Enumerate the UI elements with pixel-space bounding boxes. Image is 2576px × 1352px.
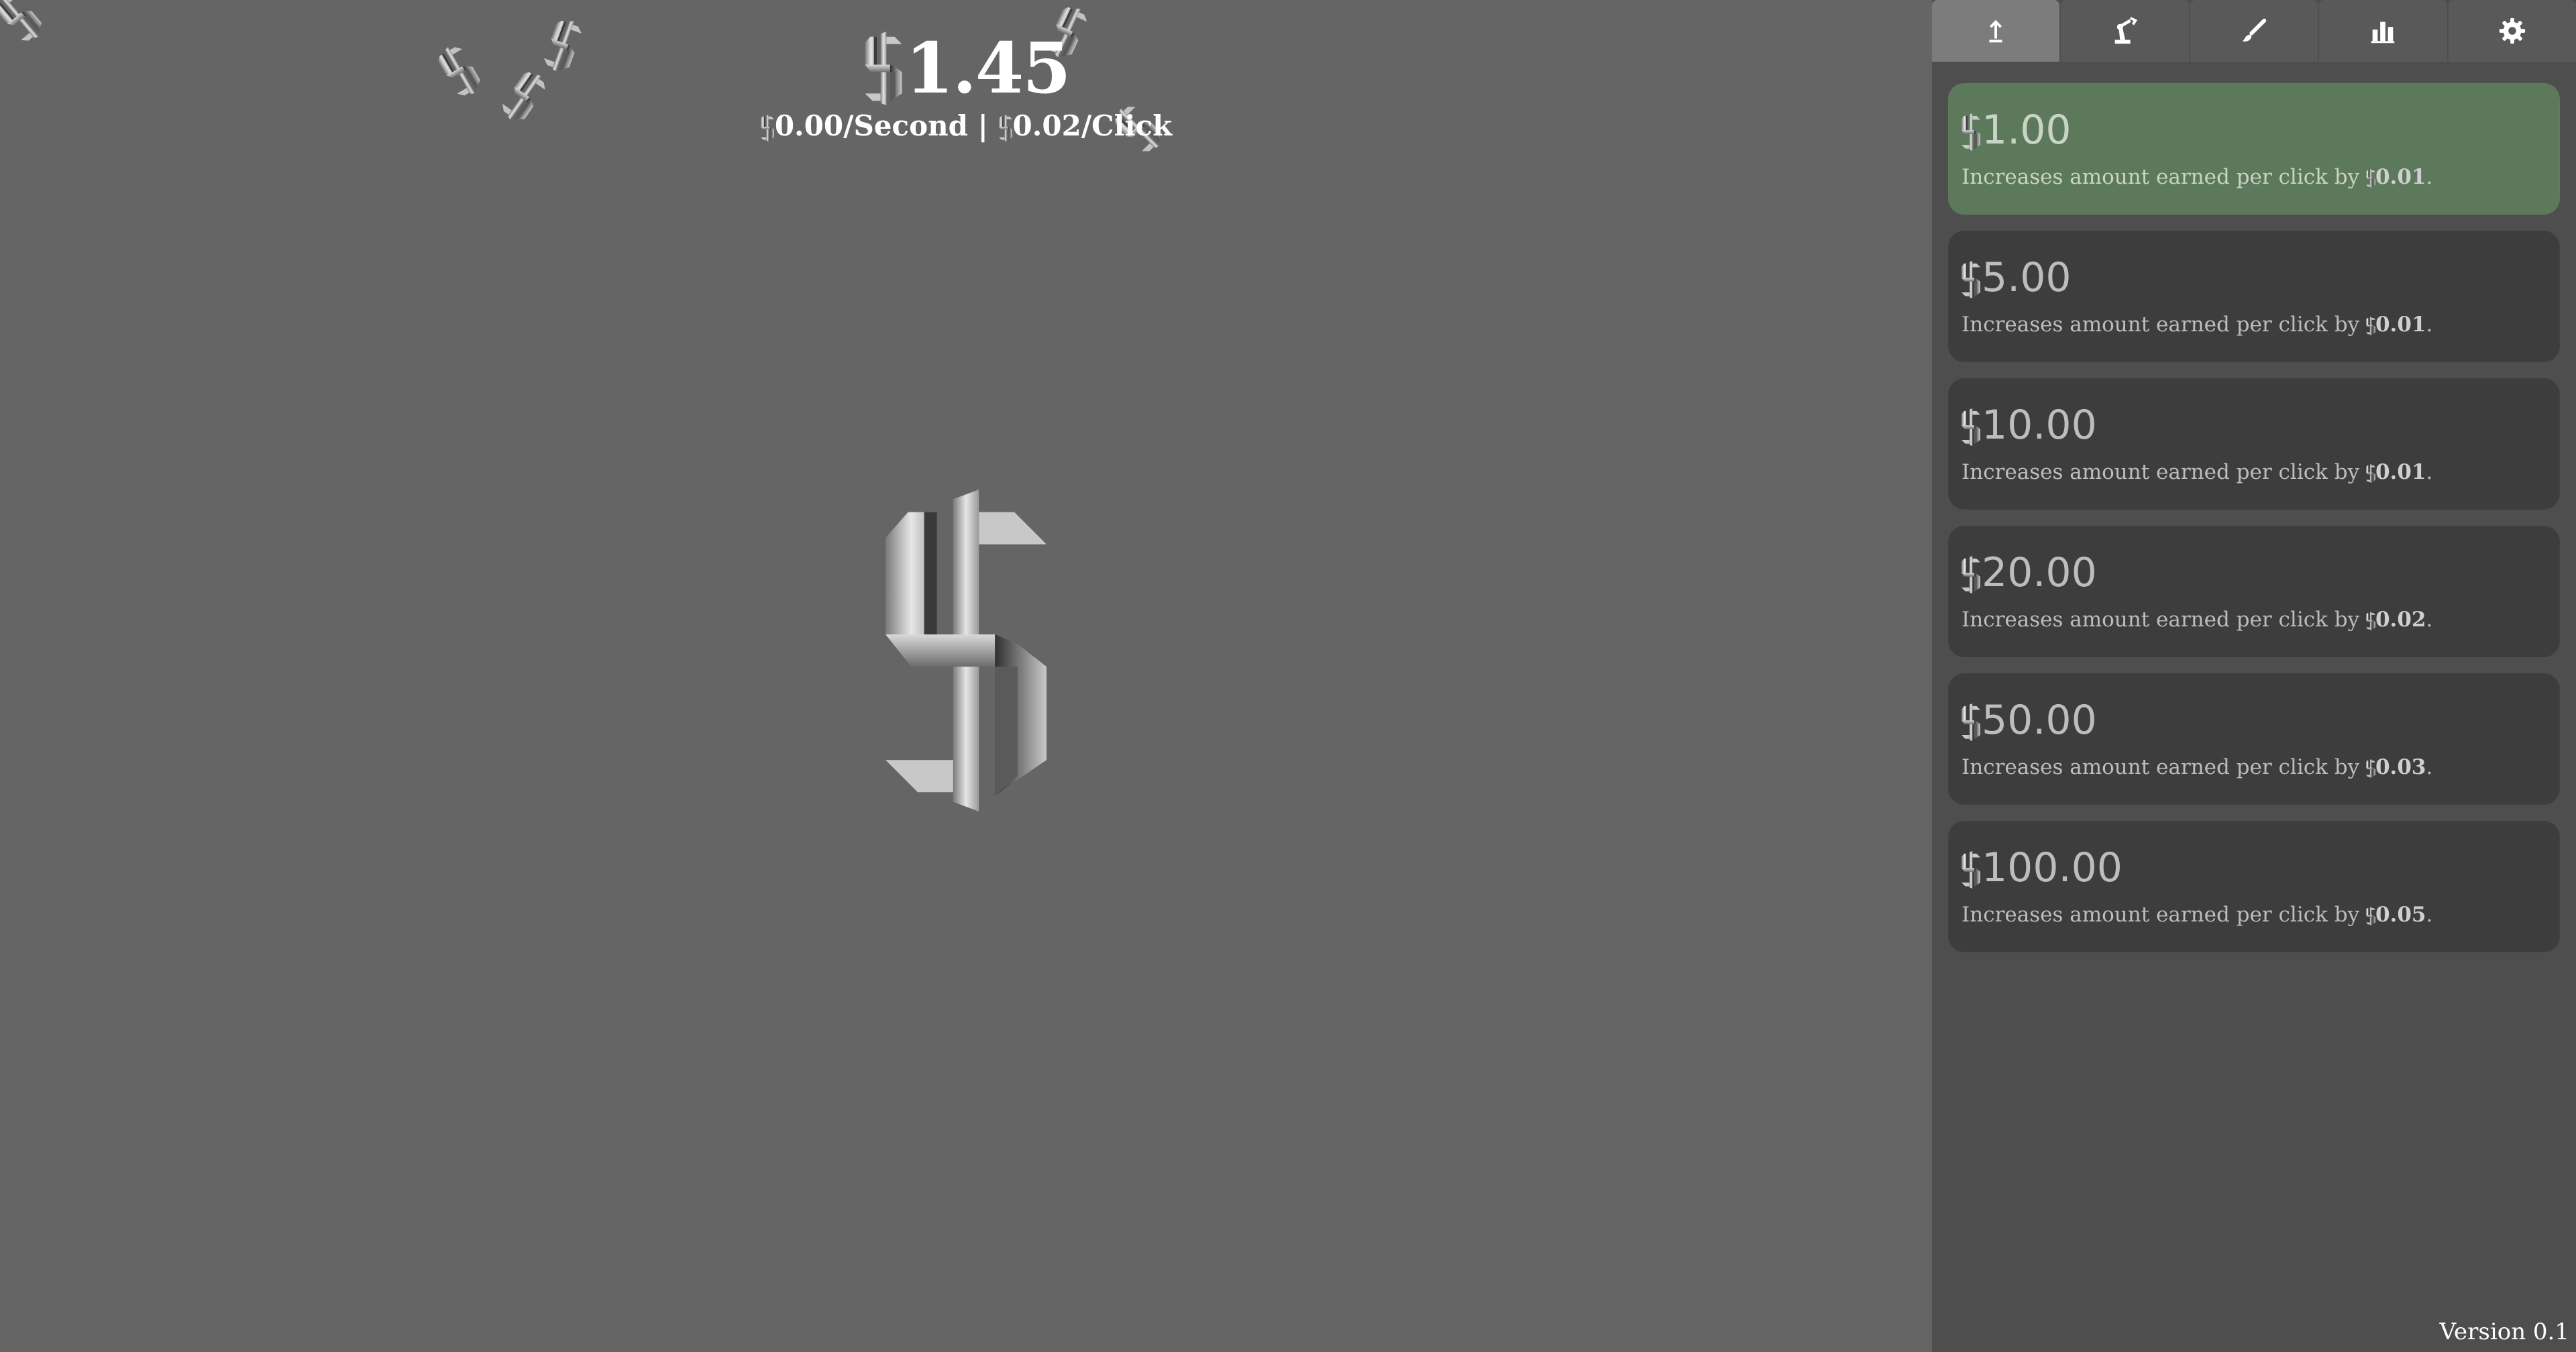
robot-arm-icon (2114, 17, 2137, 44)
upgrade-description: Increases amount earned per click by 0.0… (1962, 606, 2432, 633)
upgrade-price-value: 50.00 (1982, 697, 2097, 744)
dollar-icon (998, 115, 1012, 142)
upgrade-desc-suffix: . (2426, 165, 2433, 189)
upgrade-description: Increases amount earned per click by 0.0… (1962, 459, 2432, 486)
bar-chart-icon (2371, 21, 2395, 44)
upgrade-card[interactable]: 50.00 Increases amount earned per click … (1948, 673, 2560, 805)
upgrade-desc-text: Increases amount earned per click by (1962, 903, 2360, 927)
upgrade-description: Increases amount earned per click by 0.0… (1962, 164, 2432, 190)
upgrade-price-value: 5.00 (1982, 254, 2072, 301)
tab-settings[interactable] (2448, 0, 2576, 62)
dollar-icon (2365, 463, 2375, 483)
upgrade-list: 1.00 Increases amount earned per click b… (1948, 83, 2560, 968)
upgrade-card[interactable]: 10.00 Increases amount earned per click … (1948, 378, 2560, 510)
sidebar: 1.00 Increases amount earned per click b… (1932, 0, 2576, 1352)
money-counter: 1.45 (0, 19, 1932, 112)
dollar-icon (1962, 408, 1980, 447)
upgrade-amount: 0.03 (2375, 755, 2426, 779)
upgrade-price: 5.00 (1962, 251, 2072, 304)
gear-icon (2499, 17, 2525, 44)
upgrade-amount: 0.01 (2375, 460, 2426, 484)
dollar-icon (760, 115, 774, 142)
click-dollar-button[interactable] (885, 483, 1046, 818)
upgrade-price-value: 20.00 (1982, 549, 2097, 596)
money-amount: 1.45 (905, 26, 1071, 109)
upgrade-desc-suffix: . (2426, 460, 2433, 484)
dollar-icon (865, 31, 902, 105)
upgrade-price: 50.00 (1962, 693, 2097, 747)
upgrade-desc-text: Increases amount earned per click by (1962, 165, 2360, 189)
dollar-icon (2365, 316, 2375, 335)
dollar-icon (1962, 556, 1980, 594)
dollar-icon (1962, 851, 1980, 889)
upgrade-price: 20.00 (1962, 546, 2097, 600)
game-area: 1.45 0.00/Second | 0.02/Click (0, 0, 1932, 1352)
upgrade-description: Increases amount earned per click by 0.0… (1962, 311, 2432, 338)
tab-stats[interactable] (2319, 0, 2447, 62)
upgrade-desc-text: Increases amount earned per click by (1962, 313, 2360, 337)
dollar-icon (2365, 611, 2375, 630)
upgrade-card[interactable]: 5.00 Increases amount earned per click b… (1948, 231, 2560, 362)
earning-rates: 0.00/Second | 0.02/Click (0, 107, 1932, 145)
upgrade-amount: 0.01 (2375, 313, 2426, 337)
brush-icon (2242, 18, 2267, 42)
upgrade-amount: 0.05 (2375, 903, 2426, 927)
upgrade-desc-suffix: . (2426, 903, 2433, 927)
upgrade-description: Increases amount earned per click by 0.0… (1962, 754, 2432, 781)
dollar-icon (2365, 168, 2375, 188)
upgrade-desc-text: Increases amount earned per click by (1962, 460, 2360, 484)
upgrade-amount: 0.01 (2375, 165, 2426, 189)
tab-automation[interactable] (2061, 0, 2189, 62)
per-second-rate: 0.00/Second (774, 109, 968, 142)
upgrade-price: 1.00 (1962, 103, 2072, 157)
upgrade-card[interactable]: 20.00 Increases amount earned per click … (1948, 526, 2560, 657)
upgrade-card[interactable]: 100.00 Increases amount earned per click… (1948, 821, 2560, 952)
dollar-icon (1962, 113, 1980, 152)
upgrade-desc-suffix: . (2426, 755, 2433, 779)
upgrade-price: 100.00 (1962, 841, 2123, 895)
dollar-icon (1962, 703, 1980, 742)
rate-separator: | (977, 109, 988, 142)
version-label: Version 0.1 (2439, 1318, 2569, 1345)
dollar-icon (2365, 906, 2375, 925)
per-click-rate: 0.02/Click (1012, 109, 1173, 142)
upgrade-card[interactable]: 1.00 Increases amount earned per click b… (1948, 83, 2560, 215)
upgrade-desc-suffix: . (2426, 313, 2433, 337)
upgrade-desc-text: Increases amount earned per click by (1962, 608, 2360, 632)
upgrade-price-value: 1.00 (1982, 107, 2072, 154)
tab-upgrades[interactable] (1932, 0, 2060, 62)
upgrade-price-value: 100.00 (1982, 844, 2123, 891)
dollar-icon (2365, 758, 2375, 778)
sidebar-tabs (1932, 0, 2576, 62)
upgrade-description: Increases amount earned per click by 0.0… (1962, 901, 2432, 928)
dollar-icon (1962, 261, 1980, 299)
upgrade-price-value: 10.00 (1982, 402, 2097, 449)
arrow-up-icon (1989, 19, 2002, 43)
upgrade-price: 10.00 (1962, 398, 2097, 452)
tab-cosmetics[interactable] (2190, 0, 2318, 62)
upgrade-desc-suffix: . (2426, 608, 2433, 632)
upgrade-amount: 0.02 (2375, 608, 2426, 632)
upgrade-desc-text: Increases amount earned per click by (1962, 755, 2360, 779)
